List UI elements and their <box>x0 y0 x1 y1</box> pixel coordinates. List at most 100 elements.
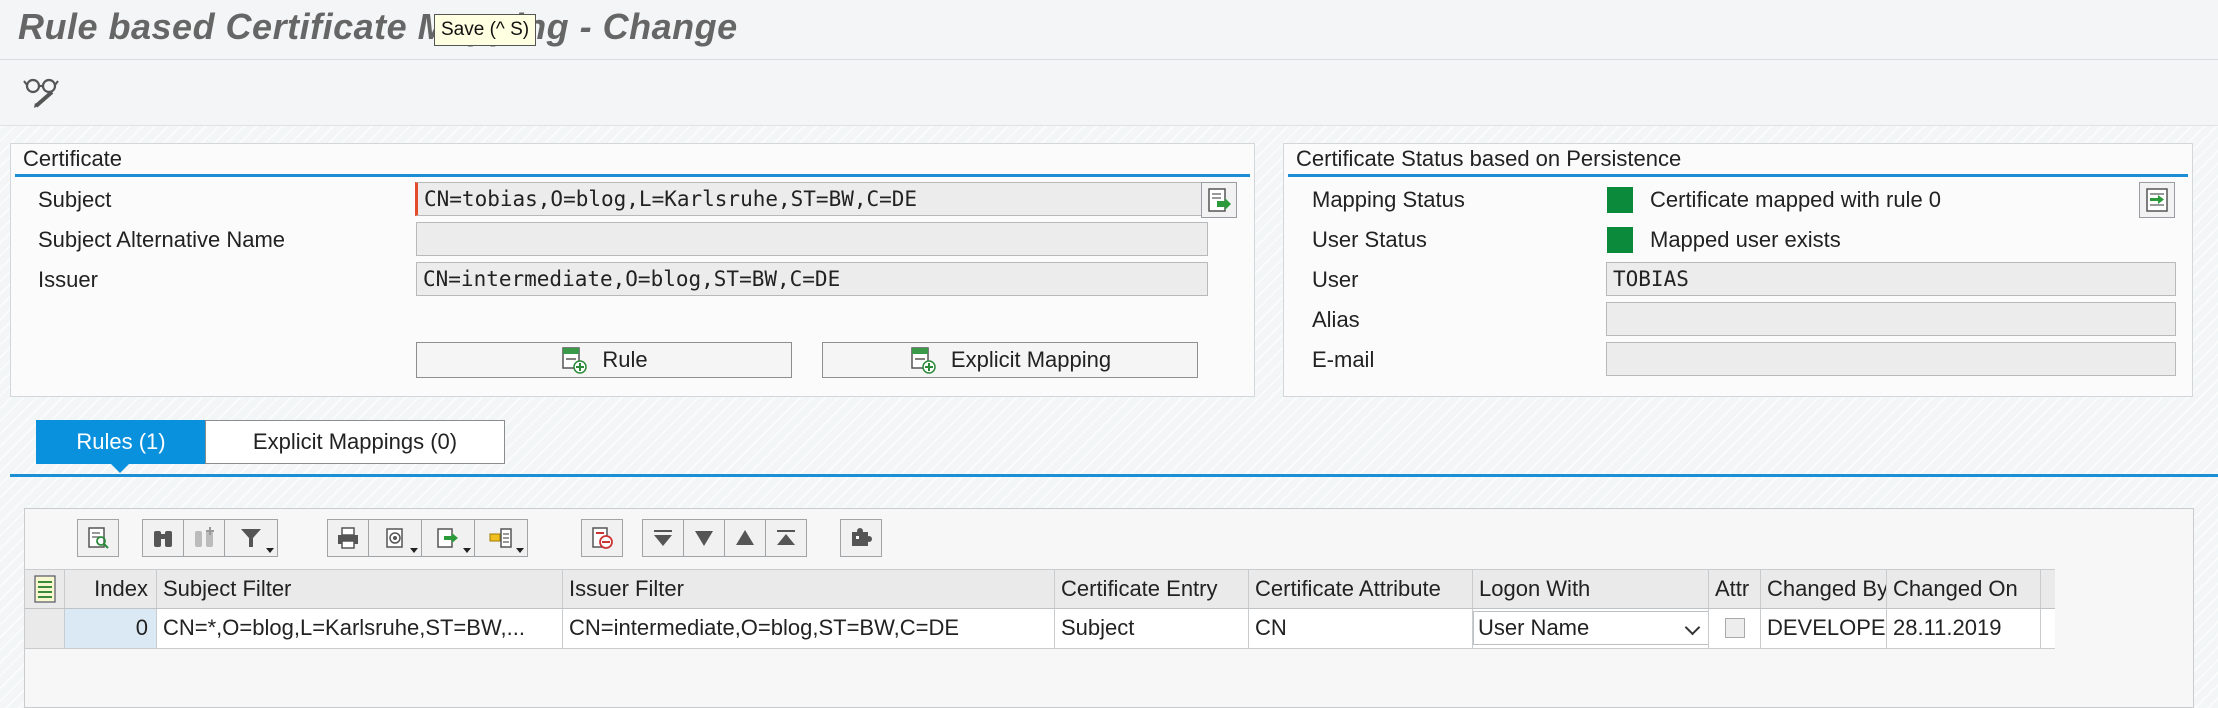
find-next-icon <box>195 527 214 547</box>
puzzle-icon <box>852 528 872 546</box>
add-mapping-icon <box>911 347 936 374</box>
scroll-bottom-icon <box>654 530 672 546</box>
tab-strip-line <box>10 474 2218 477</box>
column-header-changed-by[interactable]: Changed By <box>1761 570 1887 608</box>
active-tab-pointer <box>110 463 130 473</box>
dropdown-arrow-icon <box>410 548 418 553</box>
mapping-status-label: Mapping Status <box>1312 187 1465 212</box>
scroll-top-icon <box>777 530 795 545</box>
grid-header: Index Subject Filter Issuer Filter Certi… <box>25 569 2055 609</box>
views-button[interactable] <box>368 519 422 557</box>
issuer-field[interactable]: CN=intermediate,O=blog,ST=BW,C=DE <box>416 262 1208 296</box>
glasses-pencil-icon[interactable] <box>22 72 62 112</box>
table-row[interactable]: 0 CN=*,O=blog,L=Karlsruhe,ST=BW,... CN=i… <box>25 609 2055 649</box>
grid-toolbar <box>25 509 2193 565</box>
settings-button[interactable] <box>840 519 882 557</box>
delete-row-button[interactable] <box>581 519 623 557</box>
mapping-status-indicator <box>1607 187 1633 213</box>
alias-field[interactable] <box>1606 302 2176 336</box>
mapping-detail-button[interactable] <box>2139 182 2175 218</box>
document-detail-icon <box>2146 188 2168 212</box>
chevron-down-icon <box>1684 619 1701 636</box>
scroll-down-button[interactable] <box>683 519 725 557</box>
details-button[interactable] <box>77 519 119 557</box>
cell-certificate-entry[interactable]: Subject <box>1055 609 1249 648</box>
column-header-certificate-entry[interactable]: Certificate Entry <box>1055 570 1249 608</box>
attr-checkbox[interactable] <box>1724 617 1745 638</box>
add-rule-icon <box>562 347 588 374</box>
filter-button[interactable] <box>224 519 278 557</box>
column-header-issuer-filter[interactable]: Issuer Filter <box>563 570 1055 608</box>
import-icon <box>1208 188 1231 212</box>
scroll-top-button[interactable] <box>765 519 807 557</box>
print-icon <box>338 527 358 549</box>
details-icon <box>88 527 109 549</box>
subject-field[interactable]: CN=tobias,O=blog,L=Karlsruhe,ST=BW,C=DE <box>415 182 1210 216</box>
rules-grid: Index Subject Filter Issuer Filter Certi… <box>24 508 2194 708</box>
explicit-mapping-button[interactable]: Explicit Mapping <box>822 342 1198 378</box>
scroll-up-button[interactable] <box>724 519 766 557</box>
status-heading: Certificate Status based on Persistence <box>1296 146 1682 171</box>
application-toolbar <box>0 60 2218 126</box>
filter-icon <box>241 529 261 547</box>
section-underline <box>1288 174 2188 177</box>
find-button[interactable] <box>142 519 184 557</box>
find-next-button[interactable] <box>183 519 225 557</box>
export-button[interactable] <box>421 519 475 557</box>
row-selector[interactable] <box>25 609 65 648</box>
dropdown-arrow-icon <box>516 548 524 553</box>
export-icon <box>437 528 458 548</box>
issuer-label: Issuer <box>38 267 98 292</box>
cell-attr <box>1709 609 1761 648</box>
column-header-index[interactable]: Index <box>65 570 157 608</box>
email-label: E-mail <box>1312 347 1375 372</box>
save-tooltip: Save (^ S) <box>434 14 537 46</box>
certificate-status-panel: Certificate Status based on Persistence … <box>1283 143 2193 397</box>
layout-button[interactable] <box>474 519 528 557</box>
user-label: User <box>1312 267 1359 292</box>
import-certificate-button[interactable] <box>1201 182 1237 218</box>
layout-icon <box>489 528 512 548</box>
certificate-heading: Certificate <box>23 146 123 171</box>
tab-explicit-mappings[interactable]: Explicit Mappings (0) <box>205 420 505 464</box>
user-status-indicator <box>1607 227 1633 253</box>
rule-button[interactable]: Rule <box>416 342 792 378</box>
email-field[interactable] <box>1606 342 2176 376</box>
column-header-logon-with[interactable]: Logon With <box>1473 570 1709 608</box>
cell-certificate-attribute[interactable]: CN <box>1249 609 1473 648</box>
triangle-down-icon <box>695 531 713 546</box>
user-status-label: User Status <box>1312 227 1427 252</box>
alias-label: Alias <box>1312 307 1360 332</box>
logon-with-dropdown[interactable]: User Name <box>1473 611 1708 645</box>
san-label: Subject Alternative Name <box>38 227 286 252</box>
delete-row-icon <box>592 527 613 549</box>
column-header-changed-on[interactable]: Changed On <box>1887 570 2041 608</box>
page-title: Rule based Certificate Mapping - Change <box>18 6 738 47</box>
scroll-first-button[interactable] <box>642 519 684 557</box>
cell-changed-by: DEVELOPER <box>1761 609 1887 648</box>
cell-subject-filter[interactable]: CN=*,O=blog,L=Karlsruhe,ST=BW,... <box>157 609 563 648</box>
user-field[interactable]: TOBIAS <box>1606 262 2176 296</box>
section-underline <box>15 174 1250 177</box>
user-status-text: Mapped user exists <box>1650 227 1841 252</box>
column-header-attr[interactable]: Attr <box>1709 570 1761 608</box>
cell-logon-with: User Name <box>1473 609 1709 648</box>
dropdown-arrow-icon <box>463 548 471 553</box>
binoculars-icon <box>154 531 172 547</box>
triangle-up-icon <box>736 530 754 545</box>
print-button[interactable] <box>327 519 369 557</box>
select-all-cell[interactable] <box>25 570 65 608</box>
san-field[interactable] <box>416 222 1208 256</box>
dropdown-arrow-icon <box>266 548 274 553</box>
title-bar: Rule based Certificate Mapping - Change … <box>0 0 2218 60</box>
column-header-certificate-attribute[interactable]: Certificate Attribute <box>1249 570 1473 608</box>
column-header-subject-filter[interactable]: Subject Filter <box>157 570 563 608</box>
select-all-icon <box>33 575 56 603</box>
cell-index[interactable]: 0 <box>65 609 157 648</box>
cell-changed-on: 28.11.2019 <box>1887 609 2041 648</box>
logon-with-value: User Name <box>1478 615 1590 640</box>
mapping-status-text: Certificate mapped with rule 0 <box>1650 187 1942 212</box>
cell-issuer-filter[interactable]: CN=intermediate,O=blog,ST=BW,C=DE <box>563 609 1055 648</box>
rule-button-label: Rule <box>602 347 648 372</box>
tab-rules[interactable]: Rules (1) <box>36 420 206 464</box>
